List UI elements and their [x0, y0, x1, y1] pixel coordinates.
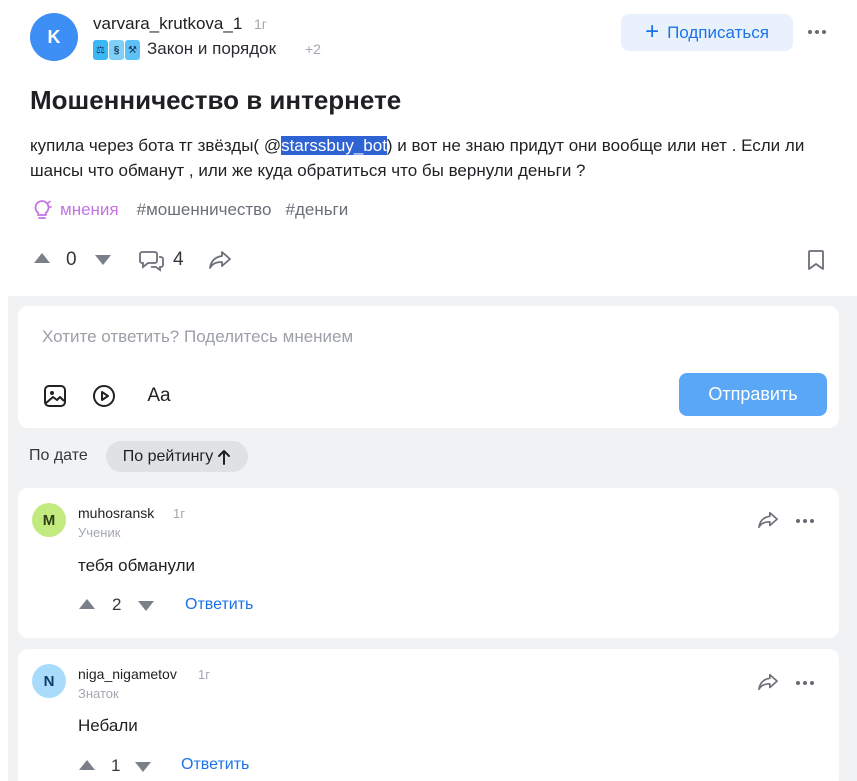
comments-count: 4: [173, 249, 184, 270]
downvote-icon[interactable]: [137, 599, 155, 613]
post-actions: 0 4: [30, 246, 830, 274]
author-avatar[interactable]: K: [30, 13, 78, 61]
law-icon: §: [109, 40, 124, 60]
send-button[interactable]: Отправить: [679, 373, 827, 416]
commenter-name[interactable]: muhosransk: [78, 505, 154, 521]
reply-button[interactable]: Ответить: [185, 596, 253, 614]
commenter-name[interactable]: niga_nigametov: [78, 666, 177, 682]
arrow-up-icon: [218, 449, 231, 465]
upvote-icon[interactable]: [78, 758, 96, 772]
comment-time: 1г: [173, 506, 185, 521]
plus-icon: +: [645, 17, 660, 45]
post-body: купила через бота тг звёзды( @starssbuy_…: [30, 133, 840, 183]
share-icon[interactable]: [757, 672, 779, 692]
more-categories[interactable]: +2: [305, 41, 321, 57]
tag-label: мнения: [60, 200, 119, 219]
reply-input[interactable]: Хотите ответить? Поделитесь мнением: [42, 327, 353, 347]
subscribe-button[interactable]: + Подписаться: [621, 14, 793, 51]
post-time: 1г: [254, 16, 267, 32]
tags-row: мнения #мошенничество #деньги: [32, 199, 362, 221]
upvote-icon[interactable]: [33, 251, 51, 265]
reply-button[interactable]: Ответить: [181, 756, 249, 774]
commenter-avatar[interactable]: M: [32, 503, 66, 537]
sort-by-rating[interactable]: По рейтингу: [106, 441, 248, 472]
comment-score: 2: [112, 595, 122, 614]
image-icon[interactable]: [42, 383, 68, 409]
mention-link[interactable]: starssbuy_bot: [281, 136, 387, 155]
more-icon[interactable]: [808, 30, 826, 34]
commenter-avatar[interactable]: N: [32, 664, 66, 698]
comment-icon[interactable]: [138, 247, 166, 273]
tag-fraud[interactable]: #мошенничество: [137, 200, 272, 220]
gavel-icon: ⚖: [93, 40, 108, 60]
category-icons: ⚖ § ⚒: [93, 40, 141, 60]
comment-card: N niga_nigametov 1г Знаток Небали 1 Отве…: [18, 649, 839, 781]
share-icon[interactable]: [757, 510, 779, 530]
comment-text: Небали: [78, 716, 138, 735]
tag-opinions[interactable]: мнения: [32, 199, 119, 221]
sort-by-date[interactable]: По дате: [29, 447, 88, 465]
author-name[interactable]: varvara_krutkova_1: [93, 14, 242, 34]
tag-money[interactable]: #деньги: [285, 200, 348, 220]
comment-time: 1г: [198, 667, 210, 682]
text-format-button[interactable]: Aa: [144, 383, 174, 409]
commenter-rank: Ученик: [78, 525, 121, 540]
downvote-icon[interactable]: [94, 253, 112, 267]
downvote-icon[interactable]: [134, 760, 152, 774]
hammer-icon: ⚒: [125, 40, 140, 60]
upvote-icon[interactable]: [78, 597, 96, 611]
post-body-start: купила через бота тг звёзды( @: [30, 136, 282, 155]
post-card: K varvara_krutkova_1 1г ⚖ § ⚒ Закон и по…: [0, 0, 857, 296]
more-icon[interactable]: [796, 519, 814, 523]
post-score: 0: [66, 249, 77, 270]
reply-box[interactable]: Хотите ответить? Поделитесь мнением Aa О…: [18, 306, 839, 428]
more-icon[interactable]: [796, 681, 814, 685]
comment-card: M muhosransk 1г Ученик тебя обманули 2 О…: [18, 488, 839, 638]
post-title: Мошенничество в интернете: [30, 85, 402, 115]
sort-by-rating-label: По рейтингу: [122, 447, 214, 465]
bookmark-icon[interactable]: [805, 248, 827, 272]
share-icon[interactable]: [207, 248, 233, 272]
comment-text: тебя обманули: [78, 556, 196, 575]
video-icon[interactable]: [91, 383, 117, 409]
commenter-rank: Знаток: [78, 686, 119, 701]
category-link[interactable]: Закон и порядок: [147, 39, 276, 59]
subscribe-label: Подписаться: [667, 22, 769, 42]
comment-score: 1: [111, 756, 121, 775]
lightbulb-icon: [34, 200, 52, 219]
